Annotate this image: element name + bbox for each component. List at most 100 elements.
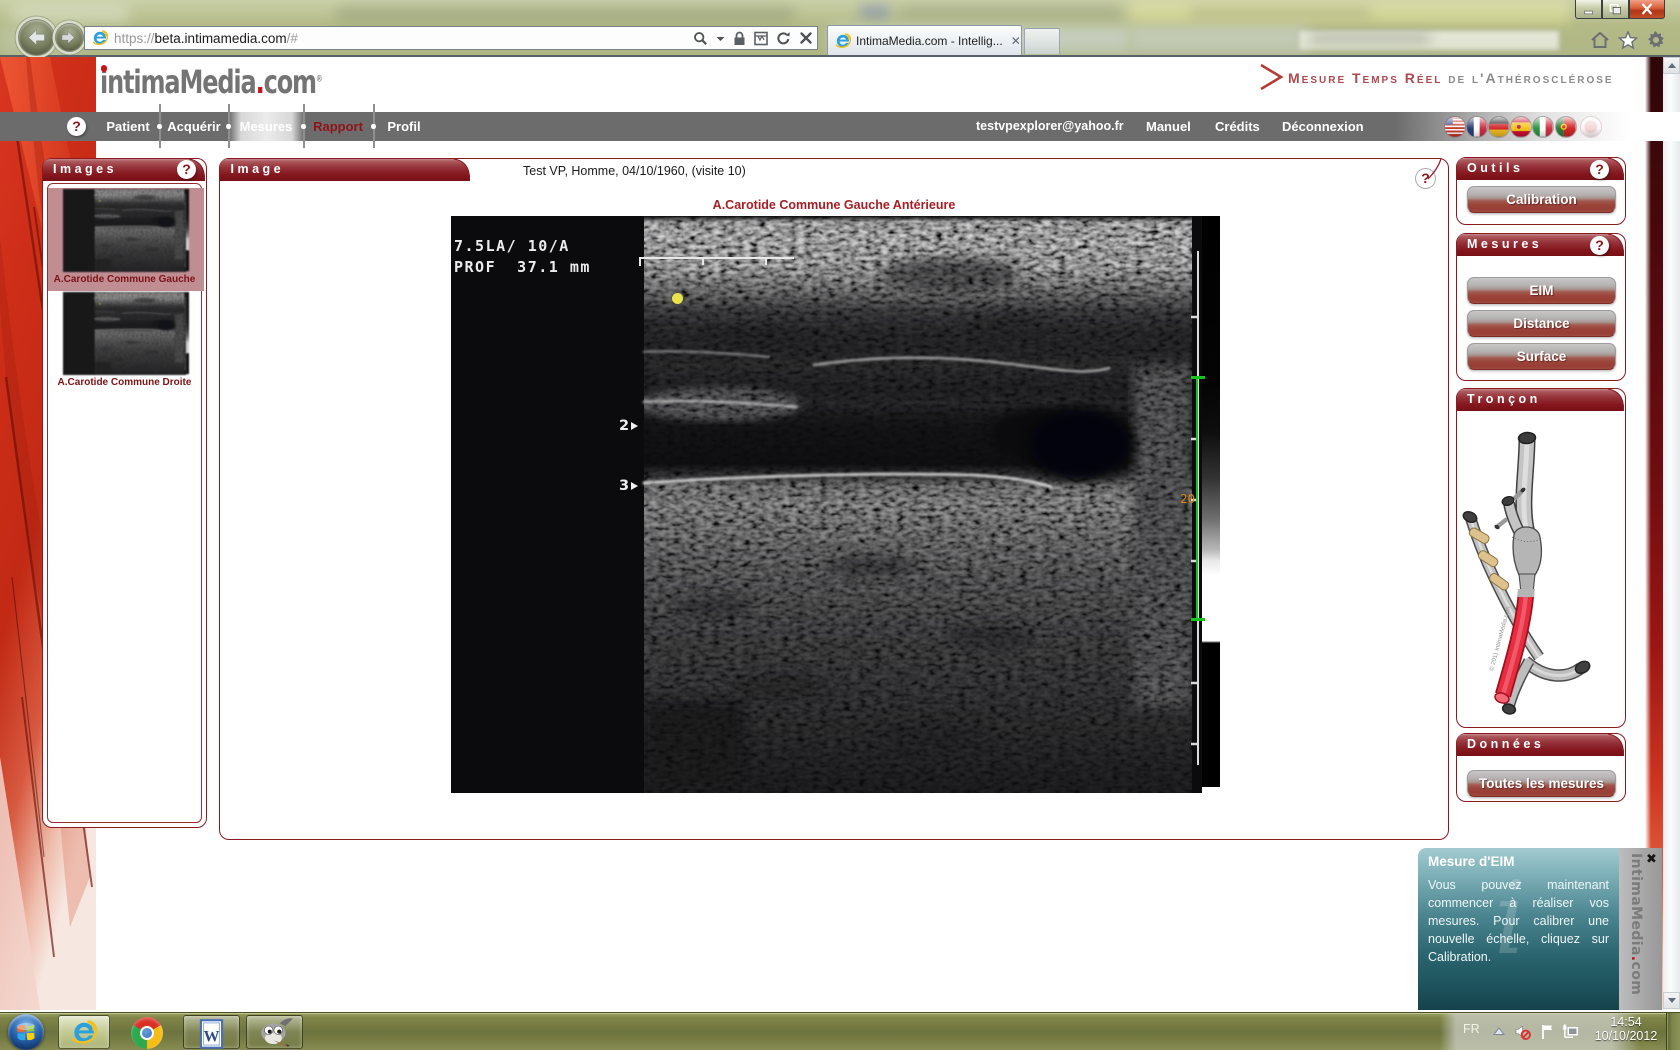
- forward-button[interactable]: [56, 24, 83, 51]
- image-panel-header: Image: [220, 159, 470, 181]
- nav-item-patient[interactable]: Patient: [99, 112, 157, 141]
- popup-text-line: commencer à réaliser vos: [1428, 894, 1609, 912]
- start-button[interactable]: [8, 1014, 44, 1050]
- image-panel-title: Image: [231, 162, 285, 176]
- home-icon[interactable]: [1590, 30, 1610, 50]
- thumbnail-carotide-droite[interactable]: [63, 292, 189, 375]
- images-panel: Images ? A.Carotide Commune Gauche A.Car…: [42, 158, 207, 828]
- nav-item-profil[interactable]: Profil: [379, 112, 429, 141]
- us-scale-20: 20: [1173, 491, 1195, 506]
- search-dropdown-icon[interactable]: [716, 31, 725, 46]
- mesures-panel: Mesures ? EIM Distance Surface: [1456, 233, 1626, 381]
- thumbnail-carotide-gauche[interactable]: [63, 189, 189, 272]
- measurement-line-cap: [1191, 618, 1205, 621]
- refresh-icon[interactable]: [776, 31, 791, 46]
- us-marker-3: 3: [619, 478, 638, 494]
- minimize-icon: [1584, 11, 1592, 14]
- us-depth-label: PROF 37.1 mm: [454, 258, 591, 276]
- tagline-chevron-icon: [1259, 63, 1285, 91]
- flag-spain[interactable]: [1511, 117, 1531, 137]
- nav-help-icon[interactable]: ?: [67, 117, 86, 136]
- settings-gear-icon[interactable]: [1646, 30, 1666, 50]
- carotid-bulb: [1512, 527, 1543, 593]
- minimize-button[interactable]: [1575, 0, 1602, 19]
- measurement-line[interactable]: [1196, 378, 1199, 618]
- flag-portugal[interactable]: [1556, 117, 1576, 137]
- scrollbar[interactable]: [1663, 57, 1680, 1010]
- stop-icon[interactable]: [799, 31, 813, 45]
- nav-item-rapport[interactable]: Rapport: [307, 112, 369, 141]
- ultrasound-image[interactable]: 7.5LA/ 10/A PROF 37.1 mm 2 3 20: [451, 216, 1220, 793]
- outils-help-icon[interactable]: ?: [1590, 160, 1609, 179]
- search-icon[interactable]: [693, 31, 708, 46]
- compatibility-view-icon[interactable]: [754, 31, 768, 46]
- scroll-up-button[interactable]: [1663, 57, 1680, 74]
- surface-button[interactable]: Surface: [1467, 343, 1616, 370]
- toutes-les-mesures-button[interactable]: Toutes les mesures: [1467, 770, 1616, 797]
- taskbar-ie-button[interactable]: [58, 1015, 110, 1049]
- nav-item-acquerir[interactable]: Acquérir: [163, 112, 225, 141]
- us-probe-label: 7.5LA/ 10/A: [454, 237, 570, 255]
- image-caption: A.Carotide Commune Gauche Antérieure: [220, 198, 1448, 212]
- tab-title: IntimaMedia.com - Intellig...: [856, 34, 1003, 48]
- popup-close-icon[interactable]: ✖: [1646, 851, 1657, 867]
- url-text: https://beta.intimamedia.com/#: [114, 31, 298, 46]
- outils-panel-header: Outils ?: [1457, 158, 1625, 180]
- volume-muted-icon[interactable]: [1514, 1023, 1531, 1040]
- clock[interactable]: 14:54 10/10/2012: [1590, 1015, 1662, 1043]
- flag-usa[interactable]: [1445, 117, 1465, 137]
- thumbnail-label[interactable]: A.Carotide Commune Droite: [43, 377, 206, 388]
- flag-italy[interactable]: [1533, 117, 1553, 137]
- mesures-help-icon[interactable]: ?: [1590, 236, 1609, 255]
- flag-pending: [1581, 117, 1601, 137]
- browser-tab[interactable]: IntimaMedia.com - Intellig... ✕: [827, 25, 1022, 55]
- calibration-button[interactable]: Calibration: [1467, 186, 1616, 213]
- tray-expand-icon[interactable]: [1493, 1027, 1505, 1036]
- outils-panel-title: Outils: [1467, 161, 1523, 175]
- donnees-panel: Données Toutes les mesures: [1456, 733, 1626, 802]
- artery-diagram[interactable]: © 2011 IntimaMedia.com: [1457, 411, 1624, 726]
- donnees-panel-header: Données: [1457, 734, 1625, 756]
- action-center-flag-icon[interactable]: [1539, 1023, 1556, 1040]
- flag-france[interactable]: [1467, 117, 1487, 137]
- address-bar[interactable]: https://beta.intimamedia.com/#: [84, 26, 818, 50]
- user-email: testvpexplorer@yahoo.fr: [976, 112, 1124, 141]
- popup-body: i Mesure d'EIM Vous pouvez maintenant co…: [1418, 848, 1619, 1010]
- maximize-button[interactable]: [1602, 0, 1629, 19]
- measurement-line-cap: [1191, 376, 1205, 379]
- tab-close-icon[interactable]: ✕: [1011, 34, 1021, 48]
- nav-item-mesures[interactable]: Mesures: [233, 112, 299, 141]
- nav-dot: [371, 124, 376, 129]
- favorites-star-icon[interactable]: [1618, 30, 1638, 50]
- close-button[interactable]: [1629, 0, 1665, 19]
- back-button[interactable]: [19, 20, 54, 55]
- close-icon: [1643, 5, 1651, 13]
- new-tab-button[interactable]: [1024, 28, 1060, 54]
- images-help-icon[interactable]: ?: [177, 160, 196, 179]
- nav-link-credits[interactable]: Crédits: [1215, 112, 1260, 141]
- nav-link-deconnexion[interactable]: Déconnexion: [1282, 112, 1364, 141]
- taskbar-chrome-button[interactable]: [131, 1017, 163, 1049]
- arch-branch-right: [1525, 659, 1592, 676]
- vertebra-rings: [1468, 527, 1510, 592]
- popup-side-logo: IntimaMedia.com: [1628, 853, 1644, 995]
- network-icon[interactable]: [1562, 1023, 1579, 1040]
- language-indicator[interactable]: FR: [1463, 1022, 1480, 1036]
- taskbar-word-button[interactable]: W: [183, 1015, 240, 1049]
- flag-germany[interactable]: [1489, 117, 1509, 137]
- images-panel-title: Images: [53, 162, 117, 176]
- nav-link-manuel[interactable]: Manuel: [1146, 112, 1191, 141]
- images-panel-header: Images ?: [43, 159, 206, 181]
- scroll-down-button[interactable]: [1663, 992, 1680, 1009]
- image-panel: Image Test VP, Homme, 04/10/1960, (visit…: [219, 158, 1449, 840]
- taskbar-gimp-button[interactable]: [246, 1015, 303, 1049]
- screen: https://beta.intimamedia.com/# IntimaMed…: [0, 0, 1680, 1050]
- nav-dot: [157, 124, 162, 129]
- gimp-icon: [247, 1016, 302, 1050]
- distance-button[interactable]: Distance: [1467, 310, 1616, 337]
- eim-button[interactable]: EIM: [1467, 277, 1616, 304]
- site-logo[interactable]: intimaMedia.com®: [100, 63, 323, 101]
- thumbnail-label[interactable]: A.Carotide Commune Gauche: [43, 274, 206, 285]
- show-desktop-button[interactable]: [1666, 1013, 1680, 1050]
- ie-icon: [73, 1022, 96, 1043]
